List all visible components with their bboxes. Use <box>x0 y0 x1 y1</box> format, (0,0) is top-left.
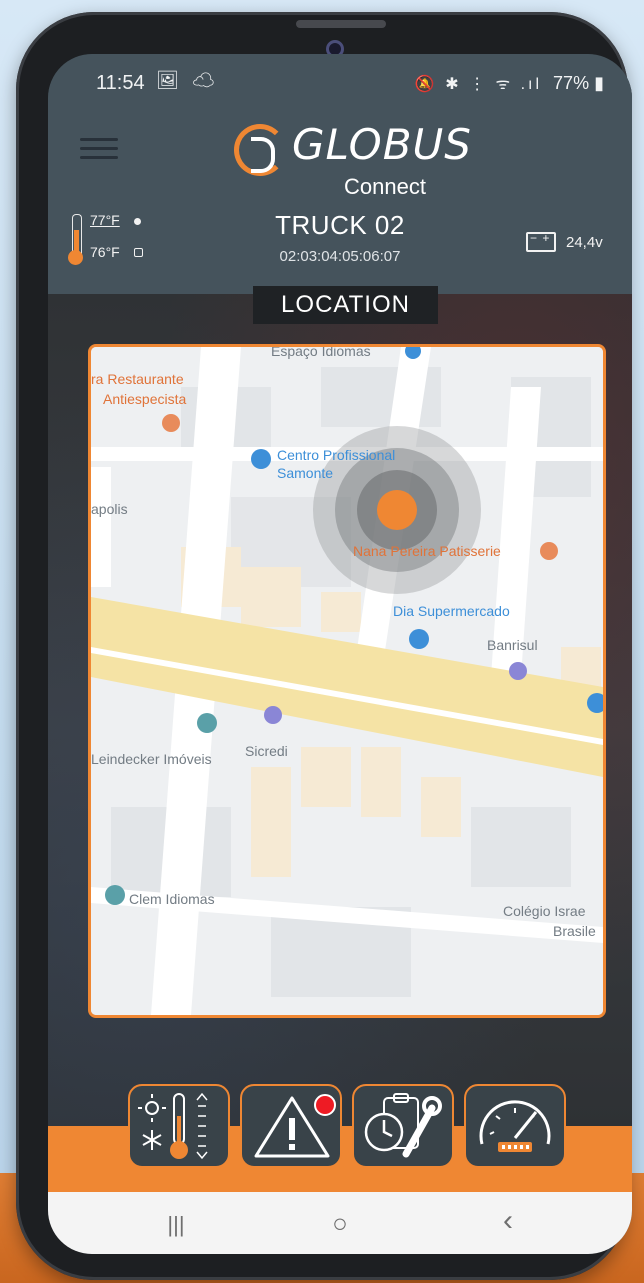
alerts-button[interactable] <box>240 1084 342 1168</box>
location-map[interactable]: Espaço Idiomas ra Restaurante Antiespeci… <box>88 344 606 1018</box>
map-label-sicredi: Sicredi <box>245 743 288 759</box>
phone-screen: 11:54 🖼 ☁ 🔕 ✱ ⋮ ᯤ .ıl 77% ▮ GLOBUS Conne… <box>48 54 632 1254</box>
logo-wordmark: GLOBUS <box>292 120 472 169</box>
map-label-nana: Nana Pereira Patisserie <box>353 543 501 559</box>
map-label-clem: Clem Idiomas <box>129 891 215 907</box>
vehicle-battery-icon <box>526 231 556 252</box>
temperature-control-button[interactable] <box>128 1084 230 1168</box>
speedometer-button[interactable] <box>464 1084 566 1168</box>
status-bar: 11:54 🖼 ☁ 🔕 ✱ ⋮ ᯤ .ıl 77% ▮ <box>48 54 632 104</box>
map-label-espaco: Espaço Idiomas <box>271 344 371 359</box>
map-label-polis: apolis <box>91 501 128 517</box>
speaker-slot <box>296 20 386 28</box>
android-nav-bar: ||| ○ ‹ <box>48 1192 632 1254</box>
logo-subtitle: Connect <box>344 174 426 199</box>
map-label-restaurant-1: ra Restaurante <box>91 371 184 387</box>
map-label-centro-1: Centro Profissional <box>277 447 396 463</box>
home-button[interactable]: ○ <box>320 1208 360 1238</box>
speedometer-icon <box>479 1100 551 1152</box>
battery-percent: 77% <box>553 73 590 93</box>
back-button[interactable]: ‹ <box>488 1204 528 1237</box>
logo-mark-icon <box>234 124 286 176</box>
app-header: GLOBUS Connect 77°F 76°F TRUCK 02 02:03:… <box>48 104 632 294</box>
menu-icon[interactable] <box>80 132 118 164</box>
section-title: LOCATION <box>253 286 438 324</box>
map-label-banrisul: Banrisul <box>487 637 538 653</box>
map-label-restaurant-2: Antiespecista <box>103 391 187 407</box>
notification-dot <box>314 1094 336 1116</box>
battery-voltage: 24,4v <box>566 234 603 251</box>
temperature-control-icon <box>138 1092 208 1160</box>
globus-connect-logo: GLOBUS Connect <box>226 118 476 208</box>
status-time: 11:54 <box>96 72 145 94</box>
recents-button[interactable]: ||| <box>156 1212 196 1237</box>
status-right-group: 🔕 ✱ ⋮ ᯤ .ıl 77% ▮ <box>415 72 604 94</box>
battery-icon: ▮ <box>594 73 604 93</box>
map-label-colegio-2: Brasile <box>553 923 596 939</box>
map-label-centro-2: Samonte <box>277 465 334 481</box>
map-label-leindecker: Leindecker Imóveis <box>91 751 212 767</box>
map-label-colegio-1: Colégio Israe <box>503 903 586 919</box>
maintenance-button[interactable] <box>352 1084 454 1168</box>
phone-frame: 11:54 🖼 ☁ 🔕 ✱ ⋮ ᯤ .ıl 77% ▮ GLOBUS Conne… <box>16 12 632 1280</box>
map-label-dia: Dia Supermercado <box>393 603 510 619</box>
maintenance-clock-wrench-icon <box>364 1093 442 1158</box>
status-notification-icons: 🖼 ☁ <box>156 70 219 90</box>
status-system-icons: 🔕 ✱ ⋮ ᯤ .ıl <box>414 76 543 93</box>
